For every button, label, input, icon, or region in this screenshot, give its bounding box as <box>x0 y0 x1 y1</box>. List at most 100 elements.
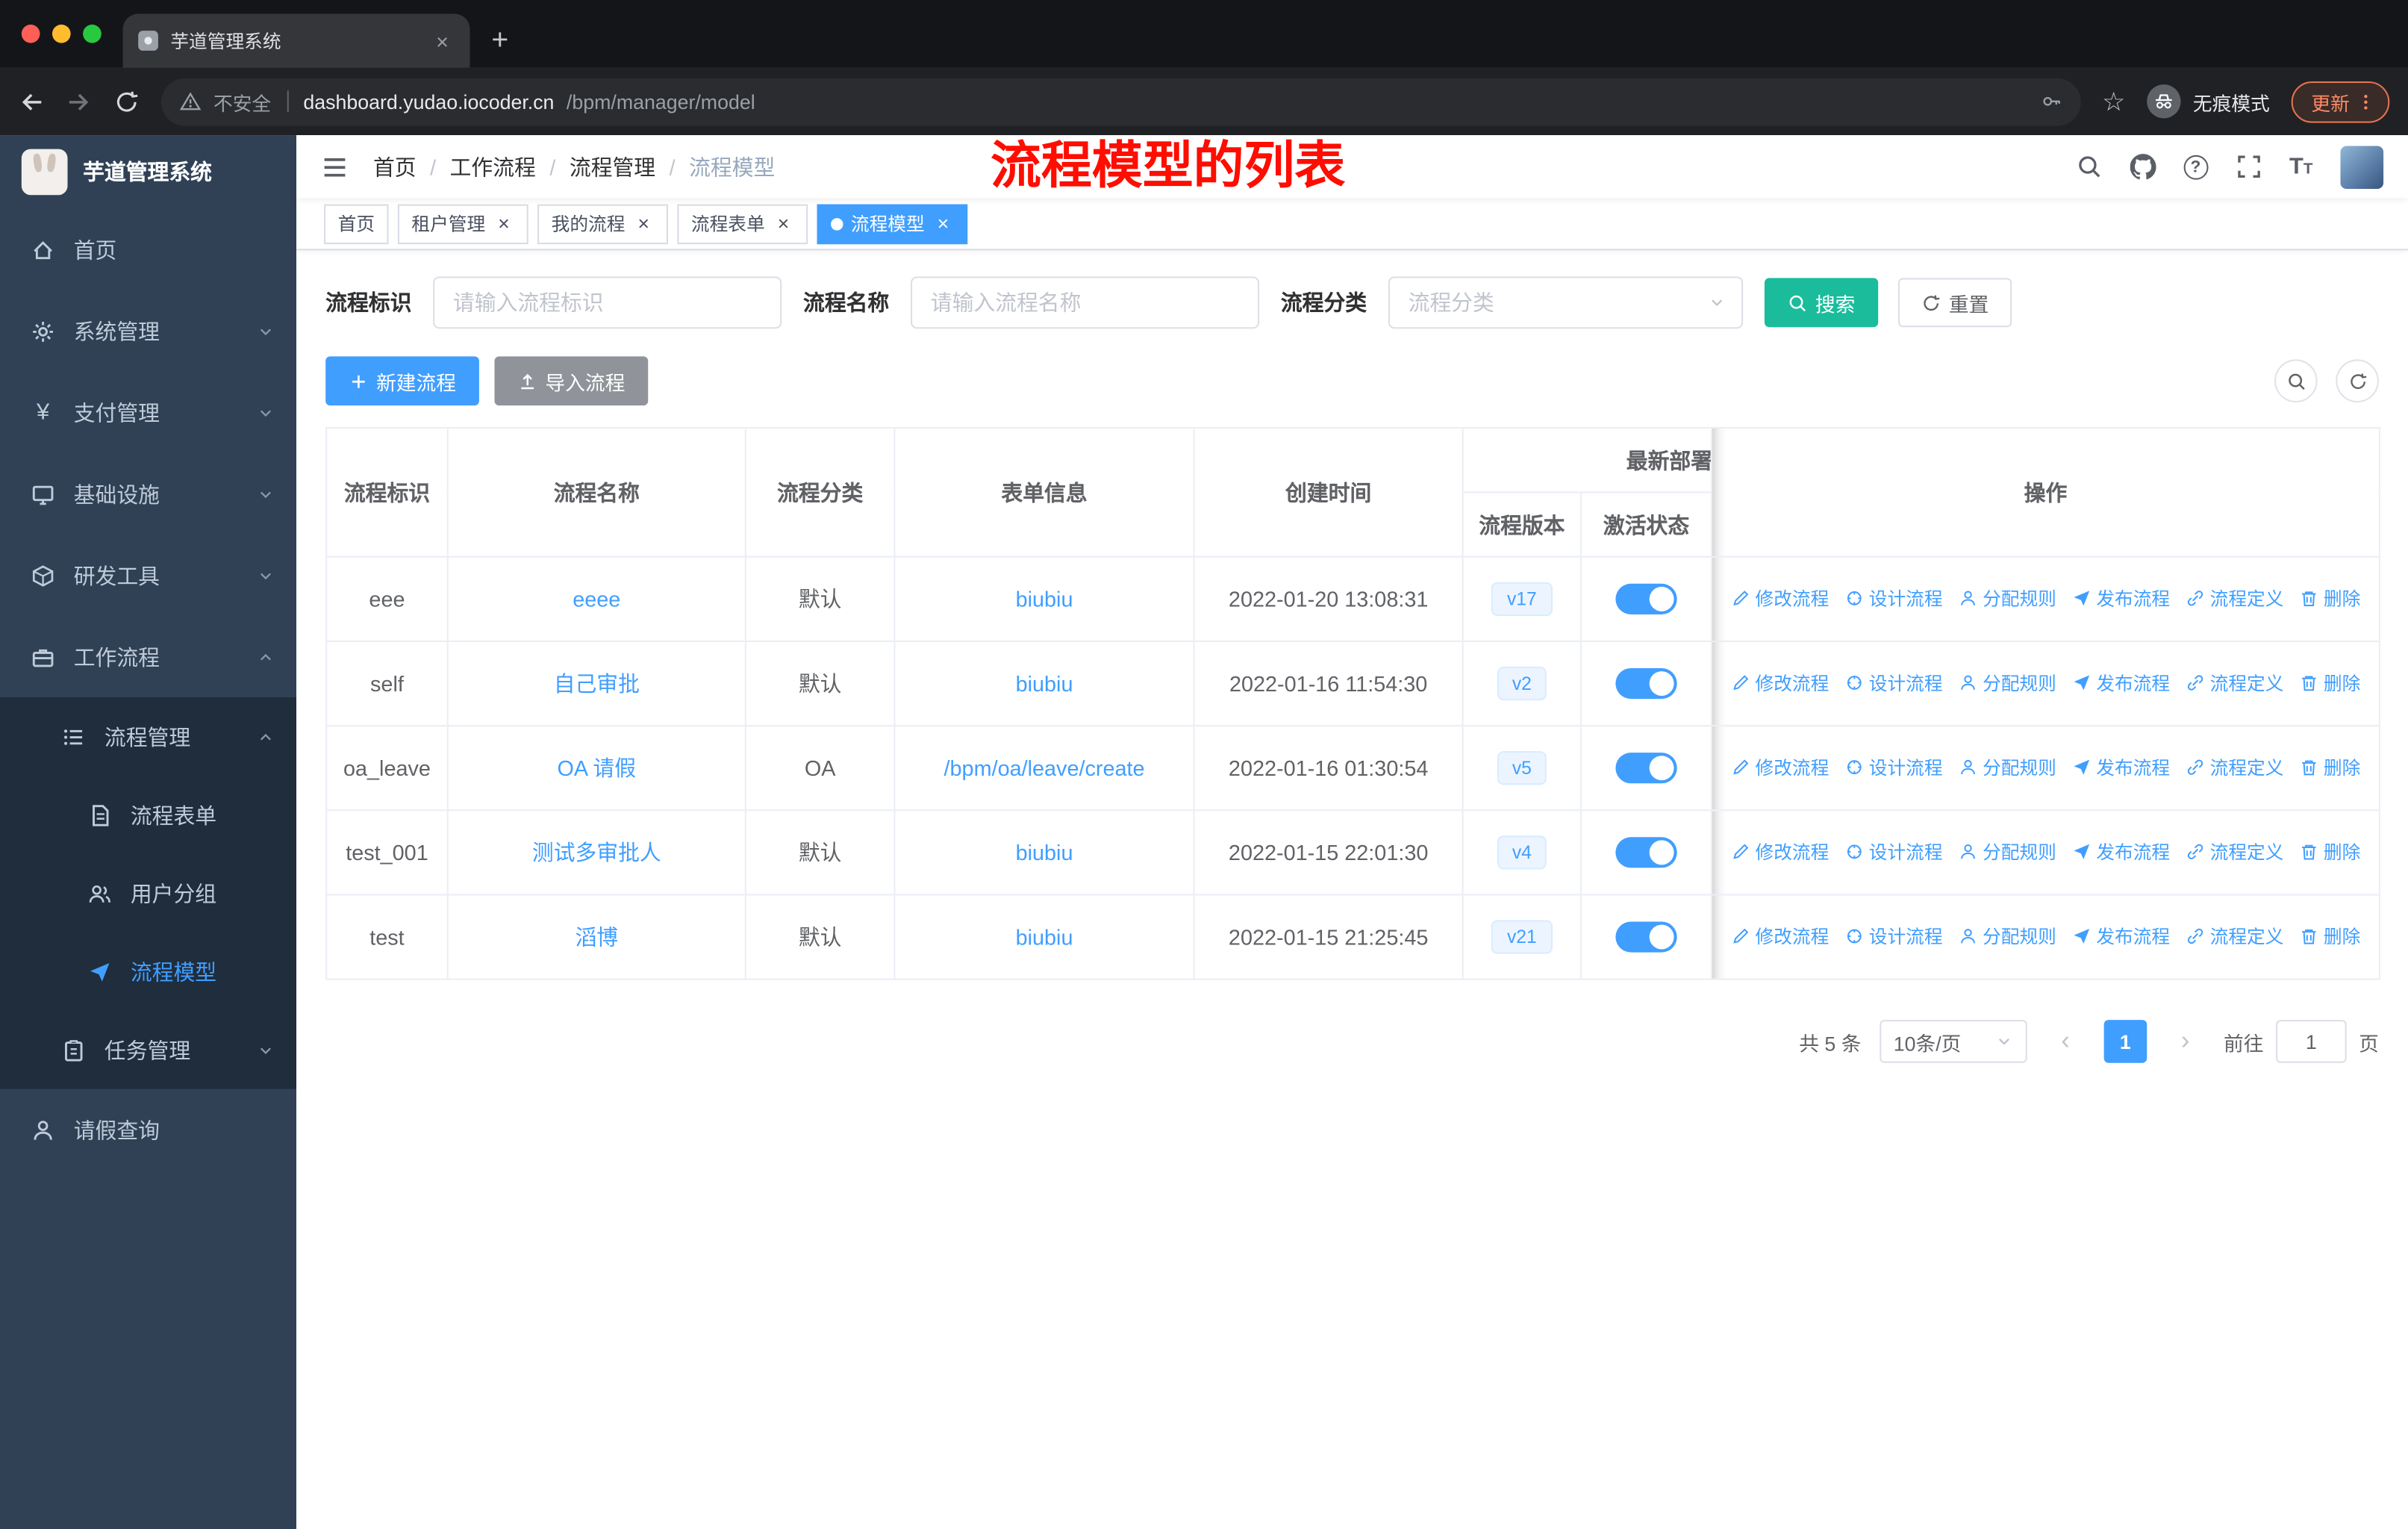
action-send-link[interactable]: 发布流程 <box>2071 754 2170 780</box>
action-design-link[interactable]: 设计流程 <box>1844 585 1943 611</box>
close-icon[interactable]: × <box>932 214 954 234</box>
create-process-button[interactable]: 新建流程 <box>325 356 479 406</box>
process-name-link[interactable]: eeee <box>573 587 620 611</box>
forward-icon[interactable] <box>66 88 92 114</box>
action-send-link[interactable]: 发布流程 <box>2071 670 2170 696</box>
bookmark-star-icon[interactable]: ☆ <box>2102 88 2125 114</box>
process-name-link[interactable]: 滔博 <box>575 925 618 950</box>
action-link-link[interactable]: 流程定义 <box>2186 754 2283 780</box>
action-trash-link[interactable]: 删除 <box>2299 754 2360 780</box>
sidebar-item-system[interactable]: 系统管理 <box>0 290 296 372</box>
action-edit-link[interactable]: 修改流程 <box>1731 754 1829 780</box>
action-design-link[interactable]: 设计流程 <box>1844 838 1943 865</box>
form-info-link[interactable]: biubiu <box>1016 840 1073 865</box>
sidebar-item-leave-query[interactable]: 请假查询 <box>0 1089 296 1171</box>
process-key-input[interactable] <box>433 276 782 329</box>
active-toggle[interactable] <box>1615 753 1677 784</box>
form-info-link[interactable]: /bpm/oa/leave/create <box>944 756 1145 780</box>
action-trash-link[interactable]: 删除 <box>2299 585 2360 611</box>
sidebar-item-user-group[interactable]: 用户分组 <box>0 854 296 932</box>
browser-tab[interactable]: 芋道管理系统 × <box>122 13 470 68</box>
tag-process-form[interactable]: 流程表单 × <box>677 203 808 244</box>
sidebar-item-process-model[interactable]: 流程模型 <box>0 932 296 1011</box>
prev-page-button[interactable]: ‹ <box>2045 1020 2085 1063</box>
breadcrumb-item[interactable]: 工作流程 <box>450 152 536 182</box>
sidebar-item-pay[interactable]: ¥ 支付管理 <box>0 372 296 453</box>
import-process-button[interactable]: 导入流程 <box>494 356 649 406</box>
key-icon[interactable] <box>2041 90 2062 112</box>
breadcrumb-item[interactable]: 流程管理 <box>570 152 655 182</box>
form-info-link[interactable]: biubiu <box>1016 587 1073 611</box>
active-toggle[interactable] <box>1615 583 1677 614</box>
close-window-button[interactable] <box>21 24 40 43</box>
process-name-link[interactable]: 测试多审批人 <box>532 840 661 865</box>
category-select[interactable]: 流程分类 <box>1388 276 1744 329</box>
action-trash-link[interactable]: 删除 <box>2299 838 2360 865</box>
close-icon[interactable]: × <box>493 214 514 234</box>
action-trash-link[interactable]: 删除 <box>2299 670 2360 696</box>
tag-my-process[interactable]: 我的流程 × <box>537 203 669 244</box>
user-avatar[interactable] <box>2340 145 2384 189</box>
action-edit-link[interactable]: 修改流程 <box>1731 585 1829 611</box>
active-toggle[interactable] <box>1615 667 1677 700</box>
search-icon[interactable] <box>2076 154 2102 180</box>
fullscreen-icon[interactable] <box>2236 154 2262 180</box>
zoom-window-button[interactable] <box>83 24 102 43</box>
active-toggle[interactable] <box>1615 837 1677 868</box>
action-send-link[interactable]: 发布流程 <box>2071 585 2170 611</box>
browser-update-menu-button[interactable]: 更新 <box>2291 81 2390 122</box>
page-number-current[interactable]: 1 <box>2103 1020 2147 1063</box>
help-icon[interactable]: ? <box>2183 154 2208 179</box>
active-toggle[interactable] <box>1615 921 1677 953</box>
action-link-link[interactable]: 流程定义 <box>2186 670 2283 696</box>
action-user-link[interactable]: 分配规则 <box>1958 838 2056 865</box>
action-link-link[interactable]: 流程定义 <box>2186 838 2283 865</box>
action-user-link[interactable]: 分配规则 <box>1958 923 2056 949</box>
close-icon[interactable]: × <box>773 214 794 234</box>
sidebar-item-devtools[interactable]: 研发工具 <box>0 535 296 616</box>
reset-button[interactable]: 重置 <box>1897 278 2012 328</box>
action-send-link[interactable]: 发布流程 <box>2071 923 2170 949</box>
search-button[interactable]: 搜索 <box>1764 278 1879 328</box>
process-name-link[interactable]: OA 请假 <box>557 756 636 780</box>
action-user-link[interactable]: 分配规则 <box>1958 585 2056 611</box>
action-user-link[interactable]: 分配规则 <box>1958 670 2056 696</box>
address-bar[interactable]: 不安全 dashboard.yudao.iocoder.cn/bpm/manag… <box>161 77 2081 125</box>
action-edit-link[interactable]: 修改流程 <box>1731 670 1829 696</box>
refresh-table-button[interactable] <box>2336 359 2379 403</box>
sidebar-item-task-management[interactable]: 任务管理 <box>0 1011 296 1089</box>
breadcrumb-item[interactable]: 首页 <box>373 152 417 182</box>
minimize-window-button[interactable] <box>52 24 71 43</box>
github-icon[interactable] <box>2130 154 2156 180</box>
reload-icon[interactable] <box>113 88 140 114</box>
action-edit-link[interactable]: 修改流程 <box>1731 923 1829 949</box>
tag-tenant[interactable]: 租户管理 × <box>397 203 528 244</box>
sidebar-collapse-icon[interactable] <box>321 153 349 181</box>
sidebar-item-infra[interactable]: 基础设施 <box>0 453 296 535</box>
action-user-link[interactable]: 分配规则 <box>1958 754 2056 780</box>
action-design-link[interactable]: 设计流程 <box>1844 923 1943 949</box>
tag-home[interactable]: 首页 <box>324 203 389 244</box>
process-name-input[interactable] <box>911 276 1260 329</box>
font-size-icon[interactable]: TT <box>2289 155 2312 178</box>
action-link-link[interactable]: 流程定义 <box>2186 923 2283 949</box>
toggle-search-button[interactable] <box>2274 359 2318 403</box>
action-edit-link[interactable]: 修改流程 <box>1731 838 1829 865</box>
action-link-link[interactable]: 流程定义 <box>2186 585 2283 611</box>
process-name-link[interactable]: 自己审批 <box>554 671 640 696</box>
sidebar-item-process-management[interactable]: 流程管理 <box>0 697 296 776</box>
goto-page-input[interactable] <box>2276 1020 2347 1063</box>
form-info-link[interactable]: biubiu <box>1016 925 1073 950</box>
new-tab-button[interactable]: + <box>491 26 508 55</box>
tab-close-icon[interactable]: × <box>430 28 455 53</box>
back-icon[interactable] <box>19 88 45 114</box>
sidebar-item-process-form[interactable]: 流程表单 <box>0 776 296 854</box>
form-info-link[interactable]: biubiu <box>1016 671 1073 696</box>
action-design-link[interactable]: 设计流程 <box>1844 670 1943 696</box>
action-trash-link[interactable]: 删除 <box>2299 923 2360 949</box>
sidebar-item-workflow[interactable]: 工作流程 <box>0 616 296 697</box>
page-size-select[interactable]: 10条/页 <box>1880 1020 2027 1063</box>
sidebar-item-home[interactable]: 首页 <box>0 209 296 290</box>
tag-process-model[interactable]: 流程模型 × <box>817 203 968 244</box>
action-design-link[interactable]: 设计流程 <box>1844 754 1943 780</box>
